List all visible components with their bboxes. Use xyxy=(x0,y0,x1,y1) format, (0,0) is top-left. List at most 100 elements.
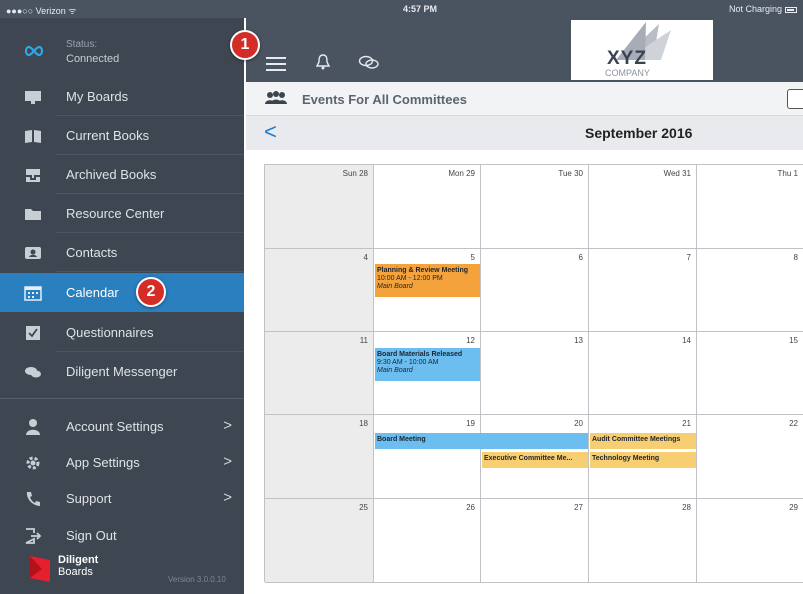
day-header: Thu 1 xyxy=(777,169,798,178)
previous-month-icon[interactable]: < xyxy=(264,119,277,145)
chat-icon[interactable] xyxy=(358,54,380,75)
status-label: Status: xyxy=(66,39,98,50)
event-planning-review[interactable]: Planning & Review Meeting 10:00 AM - 12:… xyxy=(375,264,480,297)
calendar-cell[interactable]: 13 xyxy=(481,332,589,415)
calendar-cell[interactable]: 8 xyxy=(697,249,803,332)
book-icon xyxy=(24,127,42,145)
calendar-cell[interactable]: 25 xyxy=(265,499,374,583)
hamburger-menu-icon[interactable] xyxy=(266,57,286,75)
day-number: 5 xyxy=(470,253,475,262)
view-toggle-button[interactable] xyxy=(787,89,803,109)
day-number: 19 xyxy=(466,419,475,428)
month-navigation: < September 2016 xyxy=(246,116,803,150)
sidebar-item-archived-books[interactable]: Archived Books xyxy=(0,155,244,194)
calendar-cell[interactable]: 22 xyxy=(697,415,803,499)
calendar-cell[interactable]: Thu 1 xyxy=(697,165,803,249)
charging-label: Not Charging xyxy=(728,4,782,14)
sidebar-item-label: Diligent Messenger xyxy=(66,364,178,379)
committee-group-icon xyxy=(264,91,288,110)
day-number: 28 xyxy=(682,503,691,512)
calendar-cell[interactable]: 27 xyxy=(481,499,589,583)
calendar-cell[interactable]: 26 xyxy=(374,499,481,583)
messenger-icon xyxy=(24,363,42,381)
calendar-cell[interactable]: 7 xyxy=(589,249,697,332)
day-header: Sun 28 xyxy=(342,169,368,178)
calendar-cell[interactable]: 4 xyxy=(265,249,374,332)
day-number: 21 xyxy=(682,419,691,428)
day-number: 14 xyxy=(682,336,691,345)
day-number: 4 xyxy=(363,253,368,262)
sidebar-item-app-settings[interactable]: App Settings > xyxy=(0,443,244,482)
archive-icon xyxy=(24,166,42,184)
gear-icon xyxy=(24,454,42,472)
day-number: 25 xyxy=(359,503,368,512)
day-number: 20 xyxy=(574,419,583,428)
calendar-cell[interactable]: Sun 28 xyxy=(265,165,374,249)
connection-status: Status: Connected xyxy=(0,18,244,76)
sidebar-item-questionnaires[interactable]: Questionnaires xyxy=(0,313,244,352)
page-title: Events For All Committees xyxy=(302,92,467,107)
event-board-meeting[interactable]: Board Meeting xyxy=(375,433,588,449)
calendar-icon xyxy=(24,284,42,302)
questionnaire-icon xyxy=(24,324,42,342)
bell-icon[interactable] xyxy=(315,54,331,75)
sidebar-item-label: Contacts xyxy=(66,245,118,260)
day-number: 22 xyxy=(789,419,798,428)
clock-label: 4:57 PM xyxy=(403,4,438,14)
calendar-cell[interactable]: Mon 29 xyxy=(374,165,481,249)
brand-subtitle: Boards xyxy=(58,566,93,578)
event-title: Planning & Review Meeting xyxy=(377,267,469,274)
boards-icon xyxy=(24,88,42,106)
chevron-right-icon: > xyxy=(223,489,232,506)
calendar-cell[interactable]: 28 xyxy=(589,499,697,583)
sidebar-item-sign-out[interactable]: Sign Out xyxy=(0,516,244,555)
calendar-grid: Sun 28 Mon 29 Tue 30 Wed 31 Thu 1 4 5 6 … xyxy=(264,164,803,583)
company-logo: XYZ COMPANY xyxy=(571,20,713,80)
sidebar-item-label: Calendar xyxy=(66,285,119,300)
sidebar-item-calendar[interactable]: Calendar xyxy=(0,273,244,312)
day-number: 18 xyxy=(359,419,368,428)
calendar-cell[interactable]: 14 xyxy=(589,332,697,415)
event-location: Main Board xyxy=(377,367,413,374)
company-logo-text: XYZ xyxy=(607,48,647,69)
main-header: XYZ COMPANY xyxy=(246,18,803,82)
sidebar-item-my-boards[interactable]: My Boards xyxy=(0,77,244,116)
day-header: Tue 30 xyxy=(558,169,583,178)
events-toolbar: Events For All Committees xyxy=(246,82,803,116)
company-logo-subtext: COMPANY xyxy=(605,68,650,78)
calendar-cell[interactable]: 18 xyxy=(265,415,374,499)
infinity-icon xyxy=(24,44,44,62)
event-title: Technology Meeting xyxy=(592,455,660,462)
event-technology-meeting[interactable]: Technology Meeting xyxy=(590,452,696,468)
sidebar-item-contacts[interactable]: Contacts xyxy=(0,233,244,272)
calendar-cell[interactable]: 6 xyxy=(481,249,589,332)
calendar-cell[interactable]: 15 xyxy=(697,332,803,415)
event-executive-committee[interactable]: Executive Committee Me... xyxy=(482,452,588,468)
user-icon xyxy=(24,418,42,436)
sidebar-item-support[interactable]: Support > xyxy=(0,479,244,518)
sidebar-item-account-settings[interactable]: Account Settings > xyxy=(0,407,244,446)
sidebar-item-diligent-messenger[interactable]: Diligent Messenger xyxy=(0,352,244,391)
sidebar-item-label: App Settings xyxy=(66,455,140,470)
event-title: Board Materials Released xyxy=(377,351,463,358)
day-number: 6 xyxy=(578,253,583,262)
event-board-materials[interactable]: Board Materials Released 9:30 AM - 10:00… xyxy=(375,348,480,381)
sidebar-item-label: Account Settings xyxy=(66,419,164,434)
day-number: 12 xyxy=(466,336,475,345)
sidebar-item-current-books[interactable]: Current Books xyxy=(0,116,244,155)
calendar-cell[interactable]: Wed 31 xyxy=(589,165,697,249)
day-number: 13 xyxy=(574,336,583,345)
calendar-cell[interactable]: 29 xyxy=(697,499,803,583)
sidebar-item-label: My Boards xyxy=(66,89,129,104)
callout-badge-2: 2 xyxy=(136,277,166,307)
calendar-cell[interactable]: Tue 30 xyxy=(481,165,589,249)
version-label: Version 3.0.0.10 xyxy=(168,575,226,584)
calendar-cell[interactable]: 11 xyxy=(265,332,374,415)
phone-icon xyxy=(24,490,42,508)
sidebar-item-resource-center[interactable]: Resource Center xyxy=(0,194,244,233)
day-header: Wed 31 xyxy=(663,169,691,178)
calendar-cell[interactable]: 19 xyxy=(374,415,481,499)
month-title: September 2016 xyxy=(585,125,693,141)
chevron-right-icon: > xyxy=(223,417,232,434)
event-audit-committee[interactable]: Audit Committee Meetings xyxy=(590,433,696,449)
